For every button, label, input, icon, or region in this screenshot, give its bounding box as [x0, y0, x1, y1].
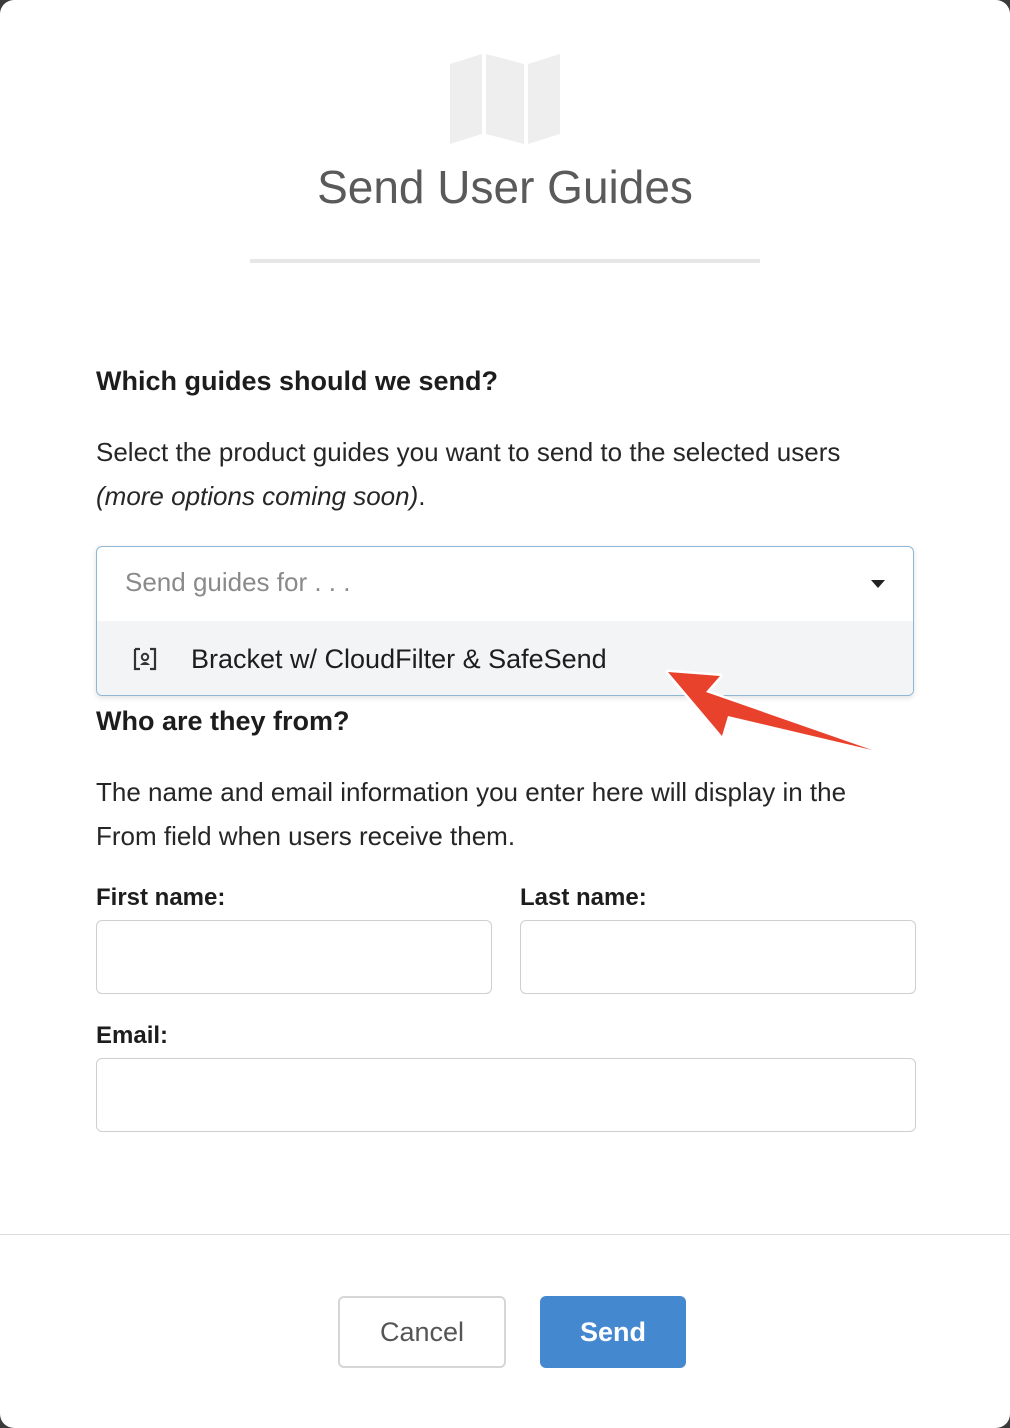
from-heading: Who are they from?: [96, 706, 350, 736]
guides-option-label: Bracket w/ CloudFilter & SafeSend: [191, 644, 607, 674]
first-name-input[interactable]: [96, 920, 492, 994]
first-name-label: First name:: [96, 884, 226, 911]
guides-note-suffix: .: [418, 481, 426, 511]
map-icon: [450, 54, 560, 144]
cancel-button[interactable]: Cancel: [338, 1296, 506, 1368]
email-label: Email:: [96, 1022, 169, 1049]
last-name-label: Last name:: [520, 884, 647, 911]
guides-select[interactable]: Send guides for . . . Bracket w/ CloudFi…: [96, 546, 914, 696]
guides-note: (more options coming soon): [96, 481, 419, 511]
title-divider: [250, 259, 760, 263]
dialog-title: Send User Guides: [317, 161, 693, 213]
guides-option-bracket[interactable]: Bracket w/ CloudFilter & SafeSend: [97, 621, 913, 695]
last-name-input[interactable]: [520, 920, 916, 994]
guides-select-placeholder: Send guides for . . .: [125, 567, 351, 597]
send-button[interactable]: Send: [540, 1296, 686, 1368]
send-user-guides-dialog: Send User Guides Which guides should we …: [0, 0, 1010, 1428]
guides-heading: Which guides should we send?: [96, 366, 499, 396]
email-input[interactable]: [96, 1058, 916, 1132]
device-icon: [133, 647, 157, 671]
from-description: The name and email information you enter…: [96, 777, 847, 851]
caret-down-icon[interactable]: [871, 580, 885, 588]
guides-description-text: Select the product guides you want to se…: [96, 437, 841, 467]
guides-select-control[interactable]: Send guides for . . .: [97, 547, 913, 621]
guides-description: Select the product guides you want to se…: [96, 430, 926, 518]
footer-divider: [0, 1234, 1010, 1235]
